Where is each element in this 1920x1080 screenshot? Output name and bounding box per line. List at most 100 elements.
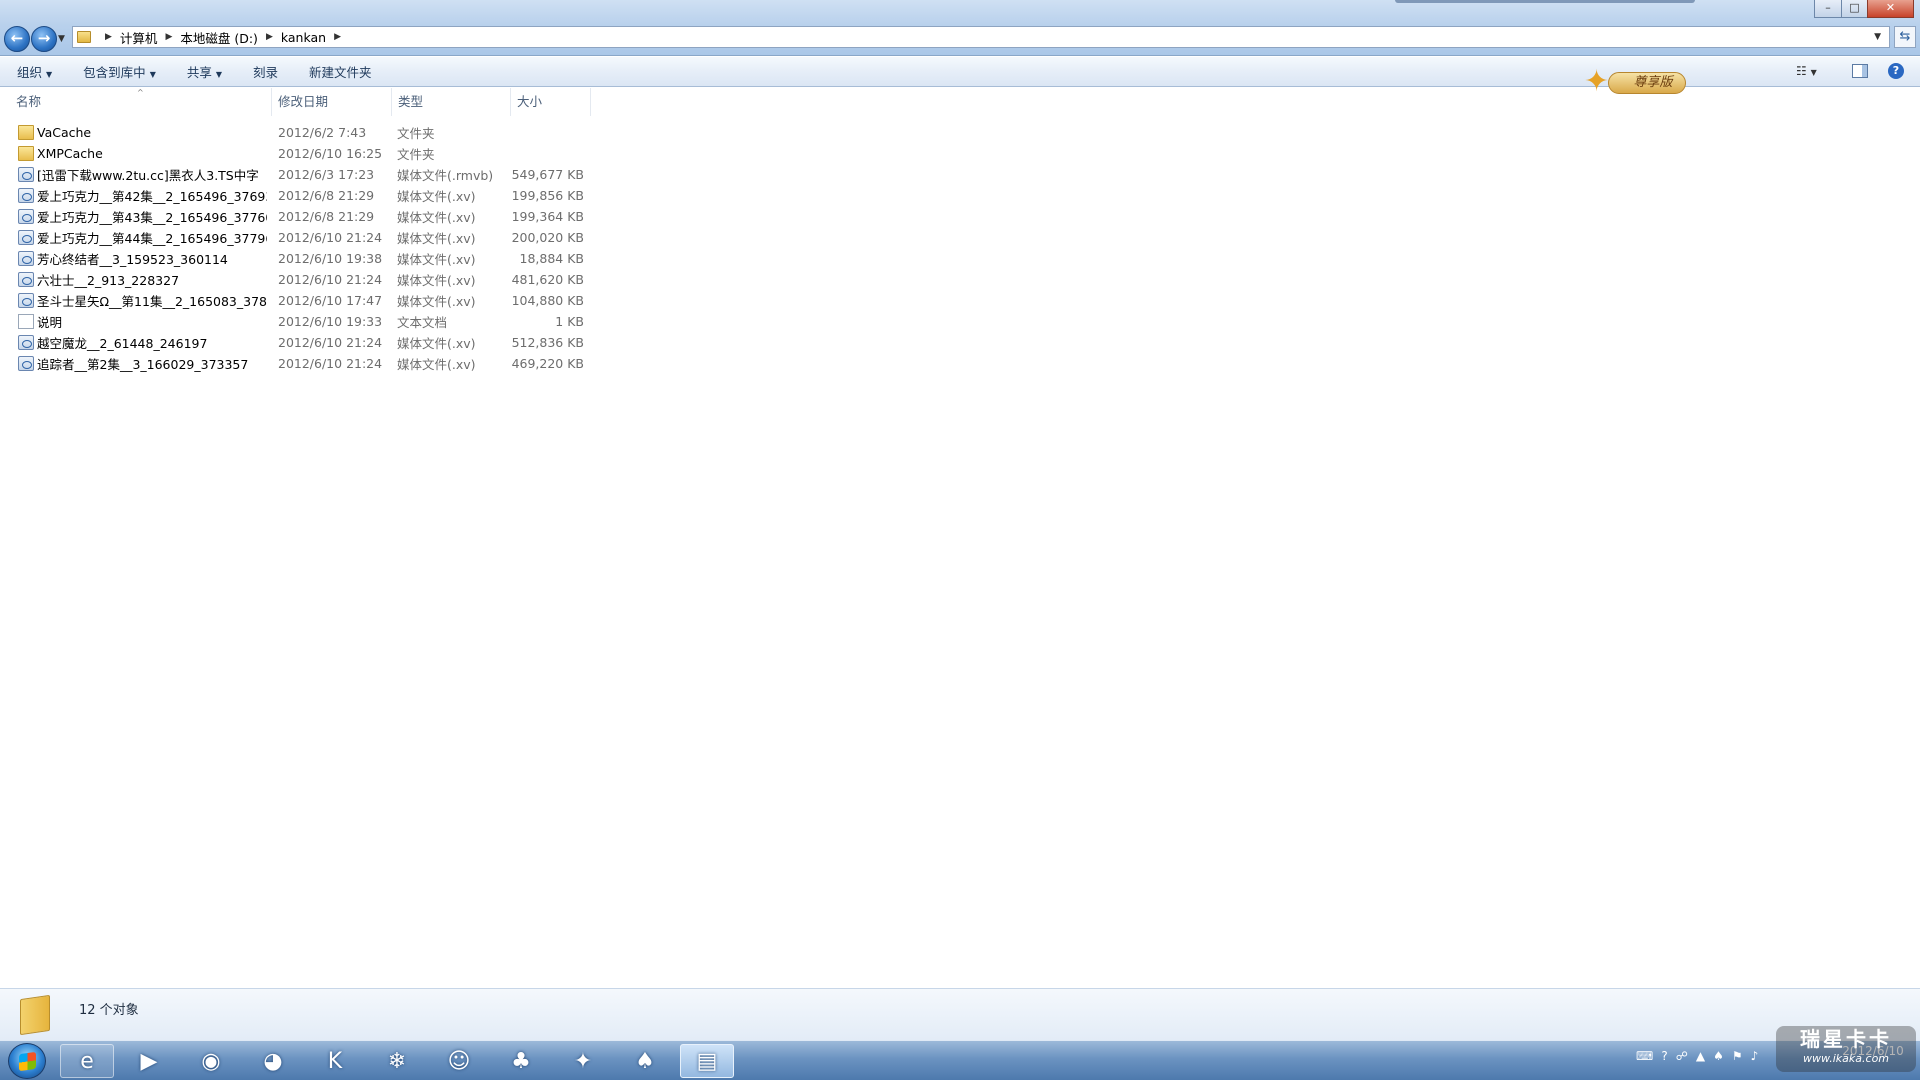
forward-button[interactable]: → bbox=[31, 26, 57, 52]
file-row[interactable]: 六壮士__2_913_228327 2012/6/10 21:24 媒体文件(.xv… bbox=[0, 269, 600, 290]
help-icon[interactable]: ? bbox=[1661, 1049, 1667, 1063]
column-header-name-label: 名称 bbox=[16, 94, 42, 109]
file-name: VaCache bbox=[37, 125, 92, 140]
burn-label: 刻录 bbox=[253, 65, 279, 80]
breadcrumb-computer[interactable]: 计算机 bbox=[120, 28, 158, 47]
file-row[interactable]: 圣斗士星矢Ω__第11集__2_165083_3785... 2012/6/10 … bbox=[0, 290, 600, 311]
chevron-down-icon: ▼ bbox=[215, 70, 223, 79]
file-row[interactable]: VaCache 2012/6/2 7:43 文件夹 bbox=[0, 122, 600, 143]
item-count: 12 个对象 bbox=[79, 1003, 139, 1018]
back-button[interactable]: ← bbox=[4, 26, 30, 52]
media-file-icon bbox=[18, 209, 34, 224]
media-file-icon bbox=[18, 251, 34, 266]
file-row[interactable]: 爱上巧克力__第42集__2_165496_376937 2012/6/8 21:… bbox=[0, 185, 600, 206]
file-modified-date: 2012/6/8 21:29 bbox=[278, 209, 375, 224]
file-name: [迅雷下载www.2tu.cc]黑衣人3.TS中字 bbox=[37, 168, 259, 183]
media-file-icon bbox=[18, 167, 34, 182]
taskbar-app-fish-app[interactable]: ◕ bbox=[246, 1044, 300, 1078]
taskbar-app-internet-explorer[interactable]: e bbox=[60, 1044, 114, 1078]
file-row[interactable]: XMPCache 2012/6/10 16:25 文件夹 bbox=[0, 143, 600, 164]
column-header-type[interactable]: 类型 bbox=[392, 88, 511, 116]
file-modified-date: 2012/6/10 21:24 bbox=[278, 272, 383, 287]
chevron-right-icon[interactable]: ▶ bbox=[165, 32, 172, 42]
breadcrumb-kankan[interactable]: kankan bbox=[281, 30, 326, 45]
text-file-icon bbox=[18, 314, 34, 329]
file-row[interactable]: 追踪者__第2集__3_166029_373357 2012/6/10 21:24… bbox=[0, 353, 600, 374]
file-type: 文件夹 bbox=[397, 126, 435, 141]
taskbar-app-kugou[interactable]: K bbox=[308, 1044, 362, 1078]
taskbar-app-media-player[interactable]: ▶ bbox=[122, 1044, 176, 1078]
burn-button[interactable]: 刻录 bbox=[236, 62, 292, 81]
maximize-button[interactable]: □ bbox=[1841, 0, 1868, 18]
taskbar-app-file-explorer[interactable]: ▤ bbox=[680, 1044, 734, 1078]
search-box-edge[interactable] bbox=[1395, 0, 1695, 3]
taskbar-app-qq-penguin[interactable]: ♠ bbox=[618, 1044, 672, 1078]
title-bar: – □ ✕ ← → ▼ ▶ 计算机 ▶ 本地磁盘 (D:) ▶ kankan ▶… bbox=[0, 0, 1920, 56]
file-type: 媒体文件(.xv) bbox=[397, 294, 476, 309]
close-button[interactable]: ✕ bbox=[1867, 0, 1914, 18]
folder-icon bbox=[20, 994, 50, 1036]
keyboard-icon[interactable]: ⌨ bbox=[1636, 1049, 1653, 1063]
file-row[interactable]: 爱上巧克力__第44集__2_165496_377969 2012/6/10 21… bbox=[0, 227, 600, 248]
help-button[interactable]: ? bbox=[1888, 63, 1904, 79]
file-modified-date: 2012/6/3 17:23 bbox=[278, 167, 375, 182]
file-row[interactable]: 说明 2012/6/10 19:33 文本文档 1 KB bbox=[0, 311, 600, 332]
network-icon[interactable]: ☍ bbox=[1676, 1049, 1688, 1063]
change-view-button[interactable]: ☷ ▼ bbox=[1796, 64, 1817, 78]
minimize-button[interactable]: – bbox=[1814, 0, 1842, 18]
column-header-date[interactable]: 修改日期 bbox=[272, 88, 392, 116]
qq-penguin-icon: ♠ bbox=[635, 1048, 655, 1074]
forward-arrow-icon: → bbox=[37, 29, 51, 47]
file-list: VaCache 2012/6/2 7:43 文件夹 XMPCache 2012/6/10… bbox=[0, 122, 600, 374]
file-row[interactable]: 爱上巧克力__第43集__2_165496_377601 2012/6/8 21:… bbox=[0, 206, 600, 227]
file-explorer-icon: ▤ bbox=[696, 1048, 718, 1074]
column-header-date-label: 修改日期 bbox=[278, 94, 329, 109]
media-file-icon bbox=[18, 230, 34, 245]
file-name: 爱上巧克力__第44集__2_165496_377969 bbox=[37, 231, 267, 246]
organize-menu[interactable]: 组织 ▼ bbox=[0, 62, 66, 81]
taskbar-app-snowflake-app[interactable]: ❄ bbox=[370, 1044, 424, 1078]
file-size: 512,836 KB bbox=[511, 335, 584, 350]
show-hidden-icons-icon[interactable]: ▲ bbox=[1696, 1049, 1705, 1063]
column-header-size[interactable]: 大小 bbox=[511, 88, 591, 116]
file-name: 爱上巧克力__第43集__2_165496_377601 bbox=[37, 210, 267, 225]
media-file-icon bbox=[18, 335, 34, 350]
chevron-right-icon[interactable]: ▶ bbox=[334, 32, 341, 42]
chat-app-icon: ◉ bbox=[201, 1048, 221, 1074]
file-row[interactable]: 越空魔龙__2_61448_246197 2012/6/10 21:24 媒体文件(… bbox=[0, 332, 600, 353]
chevron-right-icon[interactable]: ▶ bbox=[266, 32, 273, 42]
file-modified-date: 2012/6/10 21:24 bbox=[278, 356, 383, 371]
volume-icon[interactable]: ♪ bbox=[1751, 1049, 1759, 1063]
file-type: 媒体文件(.xv) bbox=[397, 210, 476, 225]
address-bar[interactable]: ▶ 计算机 ▶ 本地磁盘 (D:) ▶ kankan ▶ ▼ bbox=[72, 26, 1890, 48]
file-size: 104,880 KB bbox=[511, 293, 584, 308]
breadcrumb-drive-d[interactable]: 本地磁盘 (D:) bbox=[180, 28, 258, 47]
column-header-type-label: 类型 bbox=[398, 94, 424, 109]
taskbar-app-xunlei-bird[interactable]: ✦ bbox=[556, 1044, 610, 1078]
action-center-flag-icon[interactable]: ⚑ bbox=[1732, 1049, 1743, 1063]
taskbar-app-qq-penguin-alt[interactable]: ♣ bbox=[494, 1044, 548, 1078]
refresh-button[interactable]: ⇆ bbox=[1894, 26, 1916, 48]
file-modified-date: 2012/6/10 21:24 bbox=[278, 335, 383, 350]
file-row[interactable]: [迅雷下载www.2tu.cc]黑衣人3.TS中字 2012/6/3 17:23 媒… bbox=[0, 164, 600, 185]
new-folder-button[interactable]: 新建文件夹 bbox=[292, 62, 386, 81]
taskbar-app-emoticon-app[interactable]: ☺ bbox=[432, 1044, 486, 1078]
address-history-dropdown[interactable]: ▼ bbox=[1874, 32, 1881, 42]
file-size: 200,020 KB bbox=[511, 230, 584, 245]
qq-tray-icon[interactable]: ♠ bbox=[1713, 1049, 1724, 1063]
file-size: 469,220 KB bbox=[511, 356, 584, 371]
taskbar-app-chat-app[interactable]: ◉ bbox=[184, 1044, 238, 1078]
include-in-library-menu[interactable]: 包含到库中 ▼ bbox=[66, 62, 170, 81]
help-icon: ? bbox=[1892, 64, 1900, 77]
chevron-right-icon[interactable]: ▶ bbox=[105, 32, 112, 42]
snowflake-app-icon: ❄ bbox=[387, 1048, 407, 1074]
preview-pane-button[interactable] bbox=[1852, 64, 1868, 78]
share-menu[interactable]: 共享 ▼ bbox=[170, 62, 236, 81]
media-file-icon bbox=[18, 272, 34, 287]
column-header-name[interactable]: 名称 bbox=[10, 88, 272, 116]
start-button[interactable] bbox=[8, 1043, 46, 1079]
recent-pages-dropdown[interactable]: ▼ bbox=[58, 34, 65, 44]
file-row[interactable]: 芳心终结者__3_159523_360114 2012/6/10 19:38 媒体文… bbox=[0, 248, 600, 269]
file-modified-date: 2012/6/10 17:47 bbox=[278, 293, 383, 308]
file-name: 越空魔龙__2_61448_246197 bbox=[37, 336, 208, 351]
